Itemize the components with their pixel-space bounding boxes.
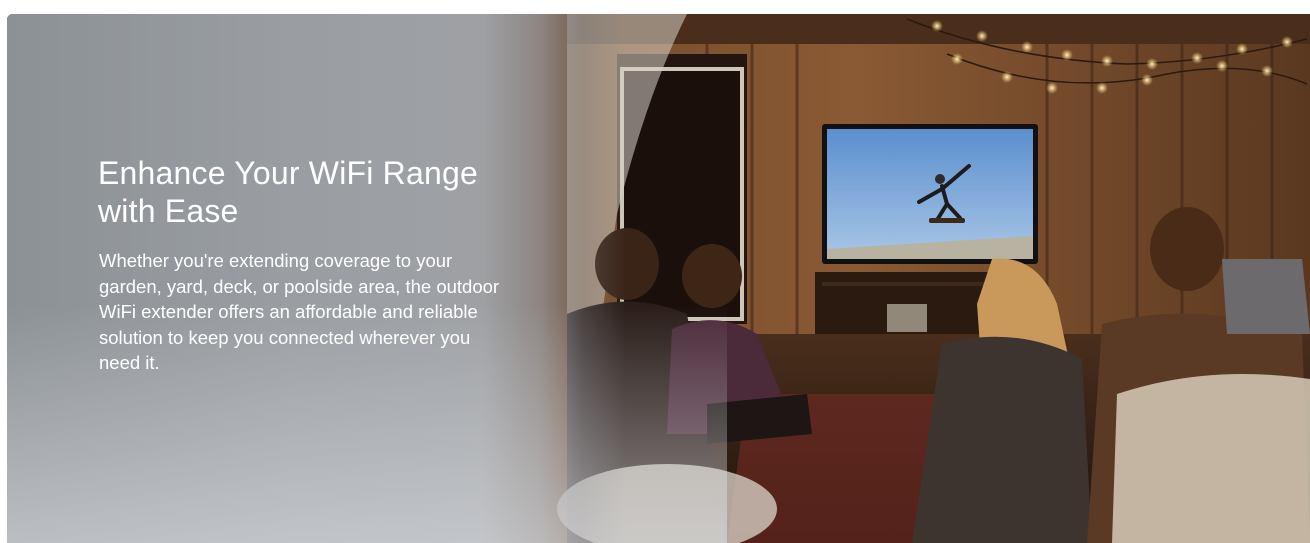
- hero-description: Whether you're extending coverage to you…: [99, 250, 500, 373]
- hero-copy: Enhance Your WiFi Range with Ease Whethe…: [98, 154, 518, 376]
- hero-banner: Enhance Your WiFi Range with Ease Whethe…: [7, 14, 1310, 543]
- hero-headline: Enhance Your WiFi Range with Ease: [98, 155, 478, 229]
